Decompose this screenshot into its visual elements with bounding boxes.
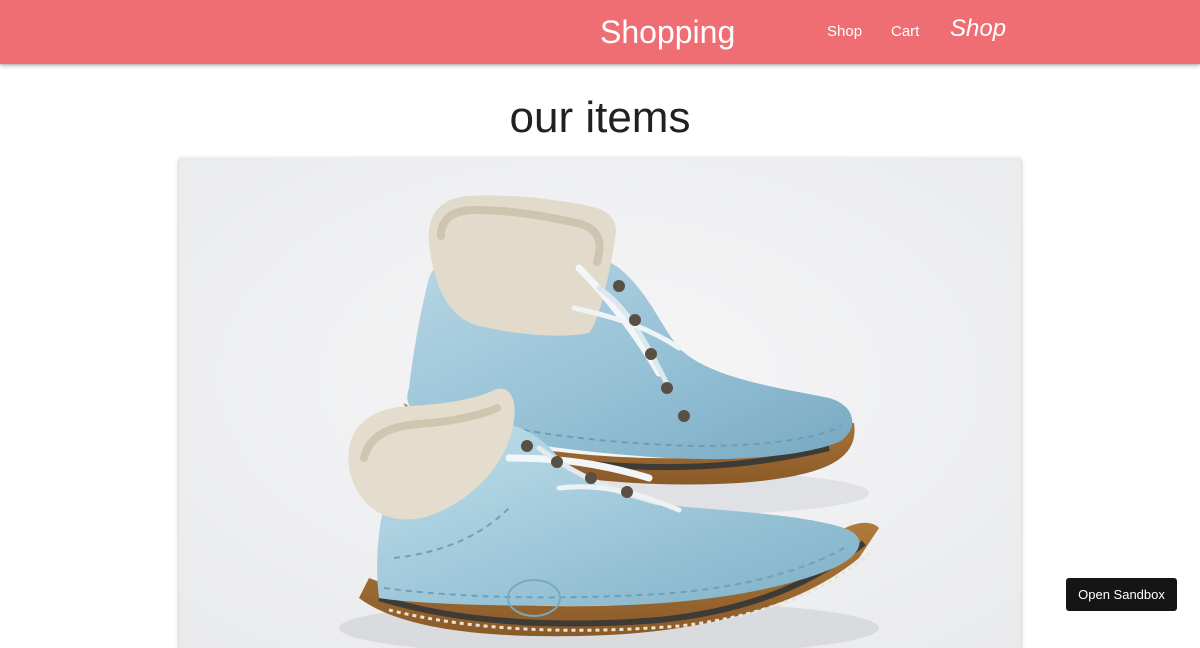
product-image	[179, 158, 1021, 648]
nav-link-shop[interactable]: Shop	[827, 22, 862, 42]
nav-link-shop-highlight[interactable]: Shop	[950, 14, 1006, 44]
open-sandbox-button[interactable]: Open Sandbox	[1066, 578, 1177, 611]
nav-link-cart[interactable]: Cart	[891, 22, 919, 42]
product-card[interactable]	[179, 158, 1021, 648]
brand-logo[interactable]: Shopping	[600, 12, 735, 52]
top-navbar: Shopping Shop Cart Shop	[0, 0, 1200, 64]
page-title: our items	[509, 93, 691, 142]
